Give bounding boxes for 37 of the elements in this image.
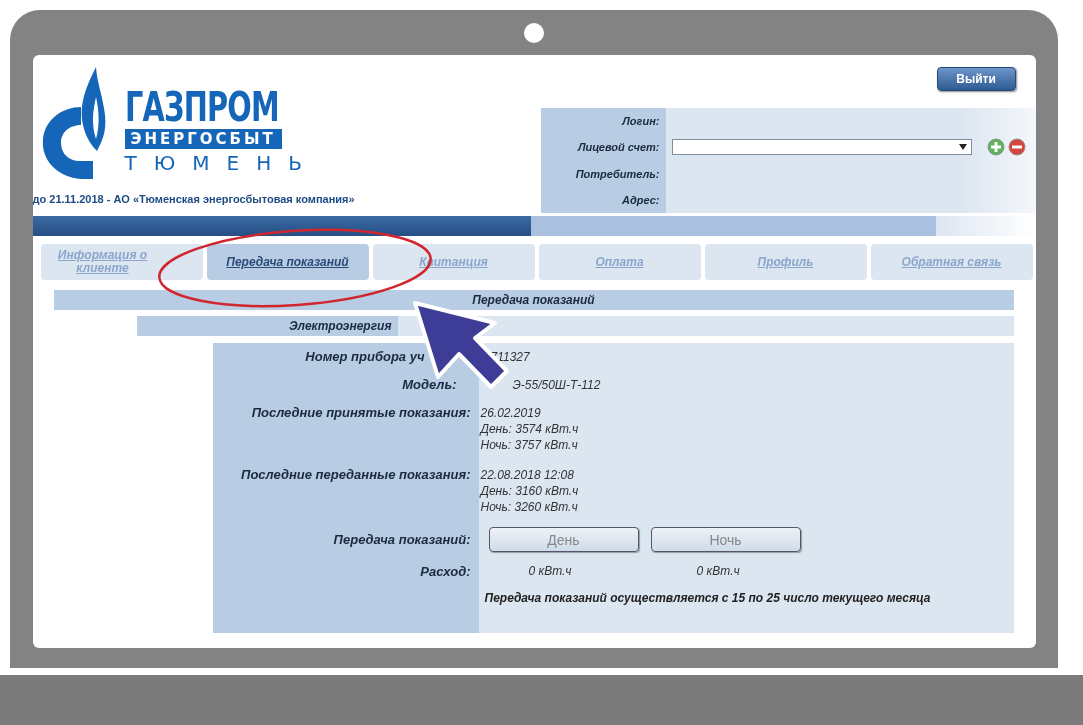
field-value: Э-55/50Ш-Т-112 (512, 377, 601, 393)
field-value: День: 3160 кВт.ч (480, 483, 579, 499)
field-label: Логин: (622, 115, 660, 128)
field-value: 22.08.2018 12:08 (480, 467, 574, 483)
field-label: Последние переданные показания: (241, 467, 471, 484)
add-icon[interactable] (986, 138, 1005, 157)
consumption-value: 0 кВт.ч (696, 564, 740, 579)
field-label: Передача показаний: (333, 531, 471, 549)
field-label: Последние принятые показания: (251, 405, 471, 422)
dropdown-arrow-icon (958, 144, 967, 151)
field-label: Адрес: (622, 193, 660, 206)
logo-title: ГАЗПРОМ (124, 87, 280, 127)
former-name-text: до 21.11.2018 - АО «Тюменская энергосбытовая компания» (32, 193, 356, 205)
consumption-value: 0 кВт.ч (528, 564, 572, 579)
remove-icon[interactable] (1007, 138, 1026, 157)
field-value: 26.02.2019 (480, 405, 541, 421)
tab[interactable]: Обратная связь (870, 244, 1033, 280)
subsection-title: Электроэнергия (136, 316, 398, 336)
field-label: Лицевой счет: (577, 141, 660, 154)
field-value: Ночь: 3757 кВт.ч (480, 437, 578, 453)
field-value: День: 3574 кВт.ч (480, 421, 579, 437)
field-label: Модель: (402, 377, 457, 393)
account-select[interactable] (671, 139, 972, 156)
tab[interactable]: Информация о клиенте (40, 244, 203, 280)
field-label: Номер прибора уч (305, 349, 425, 365)
tab[interactable]: Передача показаний (206, 244, 369, 280)
logo-subtitle: ЭНЕРГОСБЫТ (124, 129, 282, 149)
tab[interactable]: Профиль (704, 244, 867, 280)
section-title: Передача показаний (53, 290, 1014, 310)
tab[interactable]: Оплата (538, 244, 701, 280)
field-label: Потребитель: (575, 167, 660, 180)
logo-city: ТЮМЕНЬ (124, 151, 319, 175)
note-text: Передача показаний осуществляется с 15 по 25 число текущего месяца (483, 591, 931, 606)
field-value: Ночь: 3260 кВт.ч (480, 499, 578, 515)
logout-button[interactable]: Выйти (936, 67, 1016, 91)
field-label: Расход: (420, 564, 471, 579)
camera-icon (524, 23, 544, 43)
